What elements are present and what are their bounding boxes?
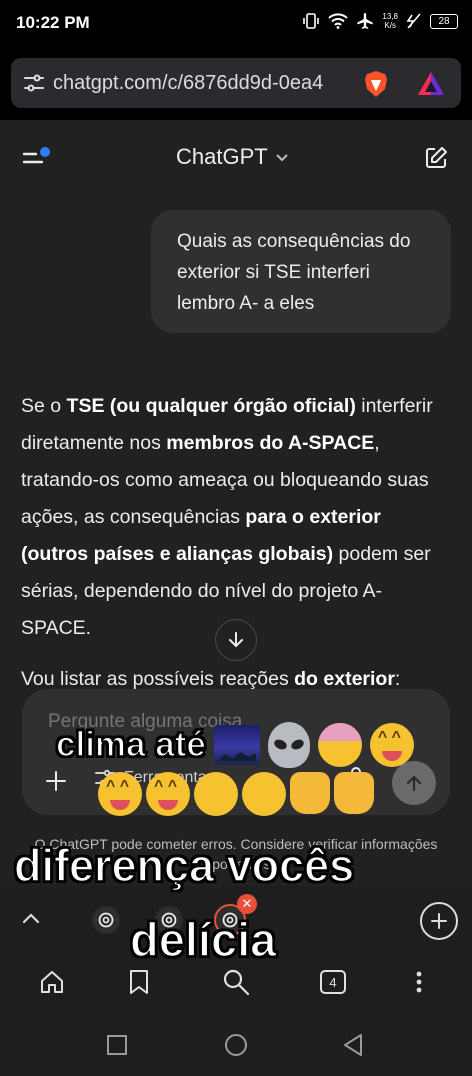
mind-blown-emoji-icon: [317, 723, 362, 767]
answer-text: :: [394, 668, 401, 690]
recents-icon[interactable]: [106, 1034, 128, 1056]
brave-rewards-icon[interactable]: [417, 71, 445, 97]
tab-switcher-button[interactable]: 4: [319, 968, 347, 996]
bookmark-icon: [130, 970, 148, 994]
new-chat-icon[interactable]: [424, 146, 448, 170]
overlay-caption-3: diferença vocês: [13, 839, 355, 892]
assistant-message: Se o TSE (ou qualquer órgão oficial) int…: [21, 388, 451, 712]
yawning-face-emoji-icon: [194, 772, 238, 816]
answer-paragraph-1: Se o TSE (ou qualquer órgão oficial) int…: [21, 388, 451, 647]
new-tab-button[interactable]: [420, 902, 458, 940]
overlay-emoji-row: [98, 772, 374, 816]
browser-toolbar: chatgpt.com/c/6876dd9d-0ea4: [0, 48, 472, 120]
search-button[interactable]: [222, 968, 250, 996]
chatgpt-logo-icon: [98, 912, 114, 928]
sidebar-menu-icon[interactable]: [22, 146, 52, 170]
net-speed-unit: K/s: [384, 21, 396, 30]
overlay-caption-1: clima até: [55, 722, 414, 768]
app-title: ChatGPT: [176, 144, 268, 169]
home-icon: [41, 971, 63, 993]
chevron-down-icon: [275, 154, 288, 162]
tab-count: 4: [320, 970, 346, 994]
answer-bold: membros do A-SPACE: [166, 432, 375, 454]
add-attachment-icon[interactable]: [44, 769, 68, 793]
more-menu-button[interactable]: [405, 968, 433, 996]
app-header: ChatGPT: [0, 120, 472, 196]
answer-bold: do exterior: [294, 668, 395, 690]
tab-chatgpt-1[interactable]: [92, 906, 120, 934]
status-bar: 10:22 PM 13,8 K/s 28: [0, 0, 472, 48]
charging-icon: [406, 13, 421, 29]
wifi-icon: [328, 13, 349, 29]
answer-bold: TSE (ou qualquer órgão oficial): [66, 395, 356, 417]
net-speed: 13,8 K/s: [382, 12, 398, 30]
url-text[interactable]: chatgpt.com/c/6876dd9d-0ea4: [53, 72, 353, 95]
thumbs-up-emoji-icon: [290, 772, 330, 814]
home-circle-icon[interactable]: [224, 1033, 248, 1057]
scroll-to-bottom-button[interactable]: [215, 619, 257, 661]
yum-face-emoji-icon: [146, 772, 190, 816]
battery-indicator: 28: [430, 13, 458, 29]
yum-face-emoji-icon: [369, 723, 414, 767]
chevron-up-icon[interactable]: [20, 908, 42, 930]
pinching-hand-emoji-icon: [334, 772, 374, 814]
airplane-icon: [357, 13, 374, 29]
home-button[interactable]: [38, 968, 66, 996]
address-bar[interactable]: chatgpt.com/c/6876dd9d-0ea4: [11, 58, 461, 108]
back-triangle-icon[interactable]: [342, 1033, 364, 1057]
status-time: 10:22 PM: [16, 13, 90, 32]
plus-icon: [431, 913, 447, 929]
vibrate-icon: [303, 13, 320, 29]
caption-text: clima até: [55, 724, 206, 765]
model-selector[interactable]: ChatGPT: [176, 144, 290, 170]
yum-face-emoji-icon: [98, 772, 142, 816]
answer-text: Se o: [21, 395, 67, 417]
smirk-face-emoji-icon: [242, 772, 286, 816]
status-icons: 13,8 K/s 28: [302, 12, 458, 30]
search-icon: [223, 969, 250, 996]
arrow-up-icon: [406, 775, 422, 792]
arrow-down-icon: [229, 632, 243, 648]
close-tab-icon[interactable]: ✕: [237, 894, 257, 914]
brave-shield-icon[interactable]: [363, 70, 389, 98]
system-navigation-bar: [0, 1012, 472, 1076]
alien-emoji-icon: [267, 722, 310, 768]
bookmarks-button[interactable]: [125, 968, 153, 996]
answer-text: Vou listar as possíveis reações: [21, 668, 295, 690]
milky-way-emoji-icon: [213, 725, 260, 765]
user-message: Quais as consequências do exterior si TS…: [151, 210, 451, 333]
site-settings-icon[interactable]: [23, 72, 45, 94]
overlay-caption-4: delícia: [129, 912, 277, 967]
net-speed-value: 13,8: [382, 12, 398, 21]
more-vertical-icon: [416, 971, 422, 993]
